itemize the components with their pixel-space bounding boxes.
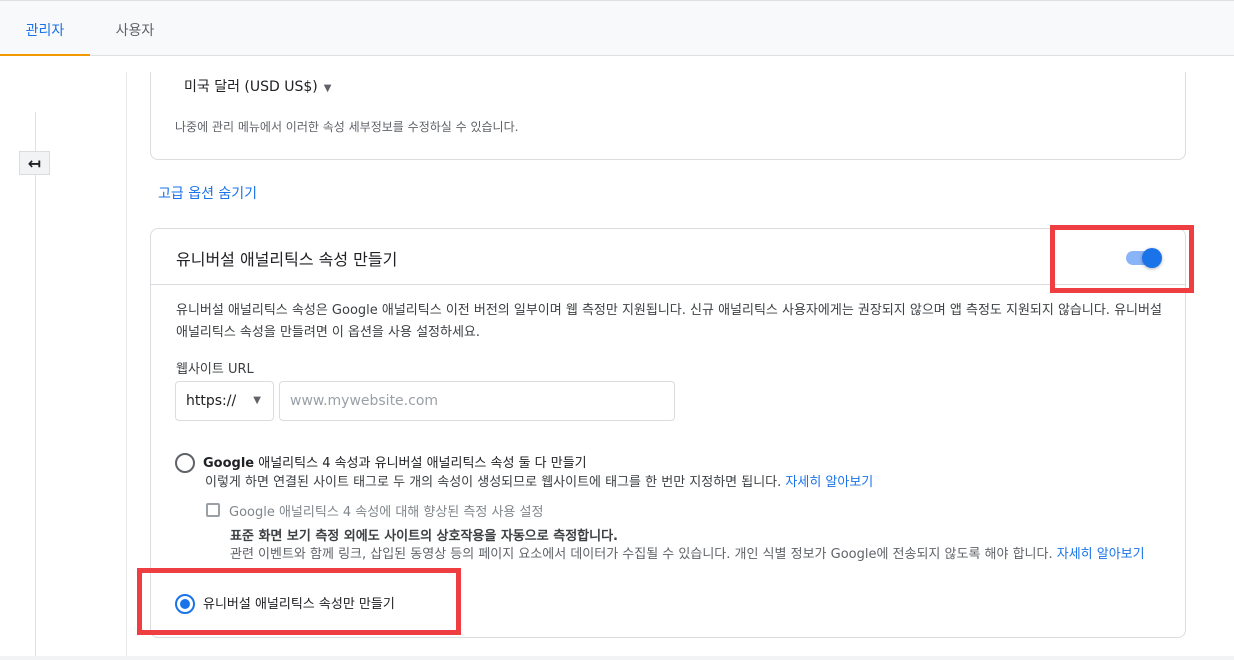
ua-card-divider [151,284,1185,285]
card-note: 나중에 관리 메뉴에서 이러한 속성 세부정보를 수정하실 수 있습니다. [175,120,519,134]
tab-admin[interactable]: 관리자 [0,1,90,56]
option-both-label: Google 애널리틱스 4 속성과 유니버설 애널리틱스 속성 둘 다 만들기 [203,452,587,471]
enhanced-measurement-checkbox[interactable] [206,503,220,517]
website-url-label: 웹사이트 URL [176,362,254,377]
option-both-description: 이렇게 하면 연결된 사이트 태그로 두 개의 속성이 생성되므로 웹사이트에 … [205,471,873,490]
enhanced-measurement-desc-text: 관련 이벤트와 함께 링크, 삽입된 동영상 등의 페이지 요소에서 데이터가 … [230,547,1057,562]
footer-divider [0,656,1234,660]
learn-more-link[interactable]: 자세히 알아보기 [785,475,873,490]
top-tab-bar: 관리자 사용자 [0,0,1234,56]
enhanced-measurement-description: 관련 이벤트와 함께 링크, 삽입된 동영상 등의 페이지 요소에서 데이터가 … [230,545,1170,565]
highlight-box-radio [137,568,461,635]
currency-select[interactable]: 미국 달러 (USD US$) ▼ [184,76,331,96]
option-both-prefix: Google [203,456,255,471]
left-rail-divider [35,112,36,660]
main-divider [126,72,127,660]
option-both-desc-text: 이렇게 하면 연결된 사이트 태그로 두 개의 속성이 생성되므로 웹사이트에 … [205,475,786,490]
tab-user[interactable]: 사용자 [90,1,180,56]
caret-down-icon: ▼ [253,395,261,406]
ua-section-title: 유니버설 애널리틱스 속성 만들기 [176,250,398,269]
enhanced-measurement-label: Google 애널리틱스 4 속성에 대해 향상된 측정 사용 설정 [229,505,544,520]
enhanced-measurement-title: 표준 화면 보기 측정 외에도 사이트의 상호작용을 자동으로 측정합니다. [230,529,618,544]
radio-create-both[interactable] [175,453,195,473]
learn-more-link-2[interactable]: 자세히 알아보기 [1057,547,1145,562]
highlight-box-toggle [1050,225,1194,293]
back-arrow-icon: ↤ [27,153,42,173]
option-both-main: 애널리틱스 4 속성과 유니버설 애널리틱스 속성 둘 다 만들기 [254,456,587,471]
caret-down-icon: ▼ [323,83,332,94]
back-button[interactable]: ↤ [19,151,50,175]
hide-advanced-options-link[interactable]: 고급 옵션 숨기기 [158,183,257,203]
currency-value: 미국 달러 (USD US$) [184,79,318,95]
protocol-select[interactable]: https:// ▼ [175,381,274,421]
protocol-value: https:// [186,393,237,409]
website-url-input[interactable] [279,381,675,421]
ua-description: 유니버설 애널리틱스 속성은 Google 애널리틱스 이전 버전의 일부이며 … [176,303,1162,340]
